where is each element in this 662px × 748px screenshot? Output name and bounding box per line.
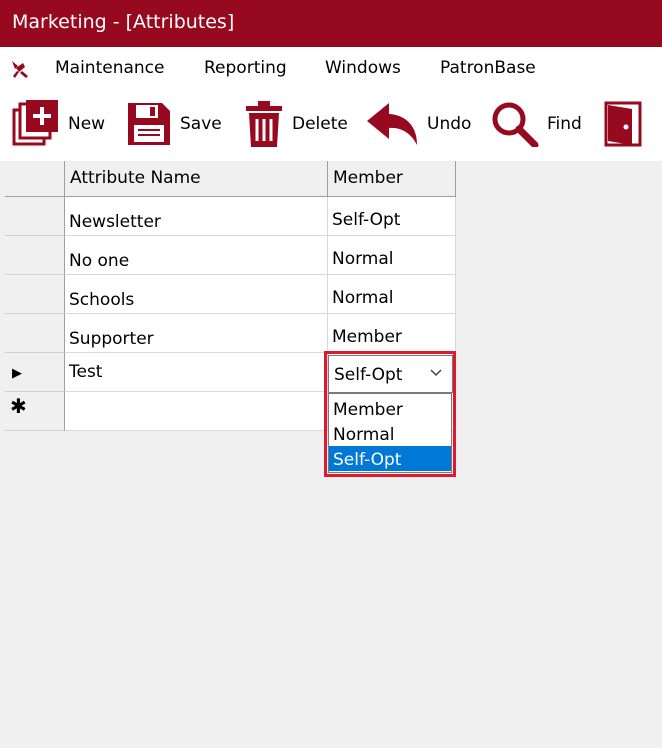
app-icon[interactable] [10, 59, 30, 79]
save-button[interactable]: Save [126, 99, 222, 149]
delete-button-label: Delete [292, 114, 348, 134]
member-cell[interactable]: Self-Opt [328, 197, 456, 236]
attribute-name-cell[interactable]: Newsletter [65, 197, 328, 236]
exit-button[interactable] [604, 99, 644, 149]
member-cell[interactable]: Normal [328, 275, 456, 314]
undo-button-label: Undo [427, 114, 472, 134]
current-row-arrow-icon: ▶ [12, 366, 22, 381]
delete-button[interactable]: Delete [244, 99, 348, 149]
toolbar: New Save Delete Undo Find [0, 89, 662, 161]
row-header[interactable] [5, 197, 65, 236]
column-header-attribute-name[interactable]: Attribute Name [65, 161, 328, 197]
new-document-icon [12, 100, 58, 146]
attribute-name-cell[interactable]: No one [65, 236, 328, 275]
menu-patronbase[interactable]: PatronBase [440, 58, 536, 78]
attribute-name-cell[interactable]: Schools [65, 275, 328, 314]
save-disk-icon [128, 103, 170, 145]
row-header[interactable] [5, 275, 65, 314]
window-title: Marketing - [Attributes] [12, 11, 235, 33]
grid-corner[interactable] [5, 161, 65, 197]
trash-icon [246, 101, 282, 147]
new-button[interactable]: New [12, 99, 105, 149]
window-titlebar: Marketing - [Attributes] [0, 0, 662, 47]
attribute-name-cell[interactable] [65, 392, 328, 431]
member-cell[interactable]: Normal [328, 236, 456, 275]
column-header-member[interactable]: Member [328, 161, 456, 197]
grid-header-row: Attribute Name Member [5, 161, 456, 197]
attribute-name-cell[interactable]: Test [65, 353, 328, 392]
row-header[interactable] [5, 236, 65, 275]
menu-bar: Maintenance Reporting Windows PatronBase [0, 47, 662, 89]
find-button[interactable]: Find [491, 99, 582, 149]
member-cell[interactable]: Member [328, 314, 456, 353]
menu-windows[interactable]: Windows [325, 58, 401, 78]
exit-door-icon [604, 101, 642, 147]
row-header[interactable]: ✱ [5, 392, 65, 431]
attribute-name-cell[interactable]: Supporter [65, 314, 328, 353]
undo-arrow-icon [367, 103, 417, 145]
new-button-label: New [68, 114, 106, 134]
table-row[interactable]: Schools Normal [5, 275, 456, 314]
row-header[interactable] [5, 314, 65, 353]
table-row[interactable]: Supporter Member [5, 314, 456, 353]
menu-reporting[interactable]: Reporting [204, 58, 287, 78]
save-button-label: Save [180, 114, 222, 134]
menu-maintenance[interactable]: Maintenance [55, 58, 164, 78]
find-button-label: Find [547, 114, 582, 134]
new-row-asterisk-icon: ✱ [10, 394, 27, 418]
table-row[interactable]: No one Normal [5, 236, 456, 275]
undo-button[interactable]: Undo [367, 99, 471, 149]
table-row[interactable]: Newsletter Self-Opt [5, 197, 456, 236]
highlight-box [324, 351, 456, 477]
magnifier-icon [492, 102, 539, 147]
row-header[interactable]: ▶ [5, 353, 65, 392]
